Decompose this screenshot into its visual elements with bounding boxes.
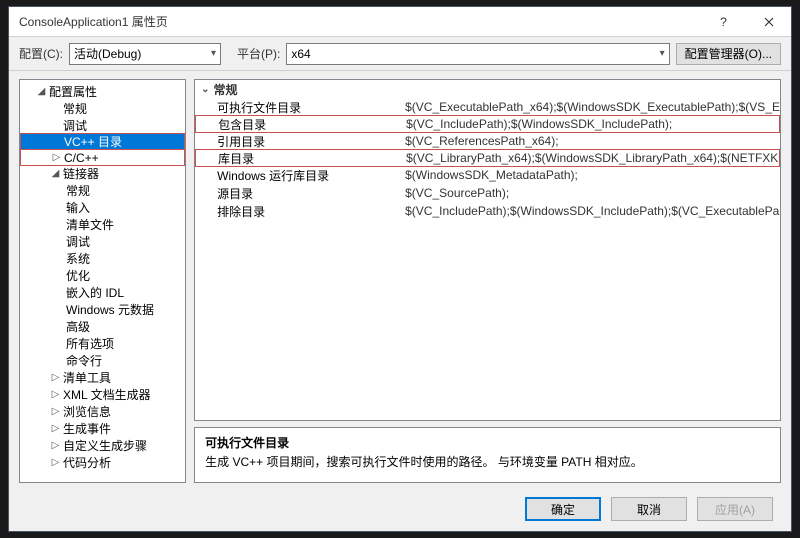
collapse-icon: ◢ (50, 168, 61, 179)
config-manager-button[interactable]: 配置管理器(O)... (676, 43, 781, 65)
help-button[interactable]: ? (701, 7, 746, 37)
tree-item-manifest-tool[interactable]: ▷清单工具 (20, 369, 185, 386)
close-icon (764, 17, 774, 27)
platform-label: 平台(P): (237, 45, 280, 62)
chevron-down-icon: ▾ (211, 48, 216, 59)
apply-button[interactable]: 应用(A) (697, 497, 773, 521)
tree-item-linker-optimize[interactable]: 优化 (20, 267, 185, 284)
grid-row-reference[interactable]: 引用目录$(VC_ReferencesPath_x64); (195, 132, 780, 150)
description-panel: 可执行文件目录 生成 VC++ 项目期间，搜索可执行文件时使用的路径。 与环境变… (194, 427, 781, 483)
ok-button[interactable]: 确定 (525, 497, 601, 521)
config-value: 活动(Debug) (74, 45, 141, 62)
tree-item-linker-advanced[interactable]: 高级 (20, 318, 185, 335)
chevron-down-icon: ▾ (660, 48, 665, 59)
property-grid[interactable]: ⌄常规 可执行文件目录$(VC_ExecutablePath_x64);$(Wi… (194, 79, 781, 421)
tree-item-linker-general[interactable]: 常规 (20, 182, 185, 199)
tree-item-linker-all[interactable]: 所有选项 (20, 335, 185, 352)
collapse-icon: ⌄ (201, 84, 209, 95)
tree-item-debug[interactable]: 调试 (20, 117, 185, 134)
tree-item-linker-system[interactable]: 系统 (20, 250, 185, 267)
tree-item-browse[interactable]: ▷浏览信息 (20, 403, 185, 420)
tree-item-xml-doc[interactable]: ▷XML 文档生成器 (20, 386, 185, 403)
property-pages-dialog: ConsoleApplication1 属性页 ? 配置(C): 活动(Debu… (8, 6, 792, 532)
tree-item-vcdirs[interactable]: VC++ 目录 (20, 133, 185, 150)
platform-value: x64 (291, 47, 310, 61)
expand-icon: ▷ (50, 423, 61, 434)
expand-icon: ▷ (50, 372, 61, 383)
grid-row-winrt[interactable]: Windows 运行库目录$(WindowsSDK_MetadataPath); (195, 166, 780, 184)
expand-icon: ▷ (50, 389, 61, 400)
tree-item-linker-debug[interactable]: 调试 (20, 233, 185, 250)
grid-row-exclude[interactable]: 排除目录$(VC_IncludePath);$(WindowsSDK_Inclu… (195, 202, 780, 220)
tree-item-linker-cmd[interactable]: 命令行 (20, 352, 185, 369)
grid-category-header[interactable]: ⌄常规 (195, 80, 780, 98)
tree-item-linker-idl[interactable]: 嵌入的 IDL (20, 284, 185, 301)
titlebar: ConsoleApplication1 属性页 ? (9, 7, 791, 37)
tree-item-linker-input[interactable]: 输入 (20, 199, 185, 216)
tree-item-code-analysis[interactable]: ▷代码分析 (20, 454, 185, 471)
right-pane: ⌄常规 可执行文件目录$(VC_ExecutablePath_x64);$(Wi… (194, 79, 781, 483)
grid-row-library[interactable]: 库目录$(VC_LibraryPath_x64);$(WindowsSDK_Li… (195, 149, 780, 167)
config-label: 配置(C): (19, 45, 63, 62)
footer: 确定 取消 应用(A) (9, 491, 791, 527)
tree-item-linker-manifest[interactable]: 清单文件 (20, 216, 185, 233)
grid-row-source[interactable]: 源目录$(VC_SourcePath); (195, 184, 780, 202)
tree-item-general[interactable]: 常规 (20, 100, 185, 117)
collapse-icon: ◢ (36, 86, 47, 97)
tree-pane[interactable]: ◢配置属性 常规 调试 VC++ 目录 ▷C/C++ ◢链接器 常规 输入 清单… (19, 79, 186, 483)
toolbar: 配置(C): 活动(Debug) ▾ 平台(P): x64 ▾ 配置管理器(O)… (9, 37, 791, 71)
expand-icon: ▷ (50, 440, 61, 451)
desc-title: 可执行文件目录 (205, 434, 770, 451)
tree-item-linker[interactable]: ◢链接器 (20, 165, 185, 182)
expand-icon: ▷ (51, 152, 62, 163)
tree-root[interactable]: ◢配置属性 (20, 83, 185, 100)
config-dropdown[interactable]: 活动(Debug) ▾ (69, 43, 221, 65)
grid-row-exec[interactable]: 可执行文件目录$(VC_ExecutablePath_x64);$(Window… (195, 98, 780, 116)
expand-icon: ▷ (50, 457, 61, 468)
expand-icon: ▷ (50, 406, 61, 417)
dialog-body: ◢配置属性 常规 调试 VC++ 目录 ▷C/C++ ◢链接器 常规 输入 清单… (9, 71, 791, 491)
window-title: ConsoleApplication1 属性页 (19, 13, 701, 30)
tree-item-build-events[interactable]: ▷生成事件 (20, 420, 185, 437)
close-button[interactable] (746, 7, 791, 37)
desc-text: 生成 VC++ 项目期间，搜索可执行文件时使用的路径。 与环境变量 PATH 相… (205, 453, 770, 470)
tree-item-custom-build[interactable]: ▷自定义生成步骤 (20, 437, 185, 454)
platform-dropdown[interactable]: x64 ▾ (286, 43, 669, 65)
grid-row-include[interactable]: 包含目录$(VC_IncludePath);$(WindowsSDK_Inclu… (195, 115, 780, 133)
cancel-button[interactable]: 取消 (611, 497, 687, 521)
tree-item-ccpp[interactable]: ▷C/C++ (20, 149, 185, 166)
tree-item-linker-winmd[interactable]: Windows 元数据 (20, 301, 185, 318)
